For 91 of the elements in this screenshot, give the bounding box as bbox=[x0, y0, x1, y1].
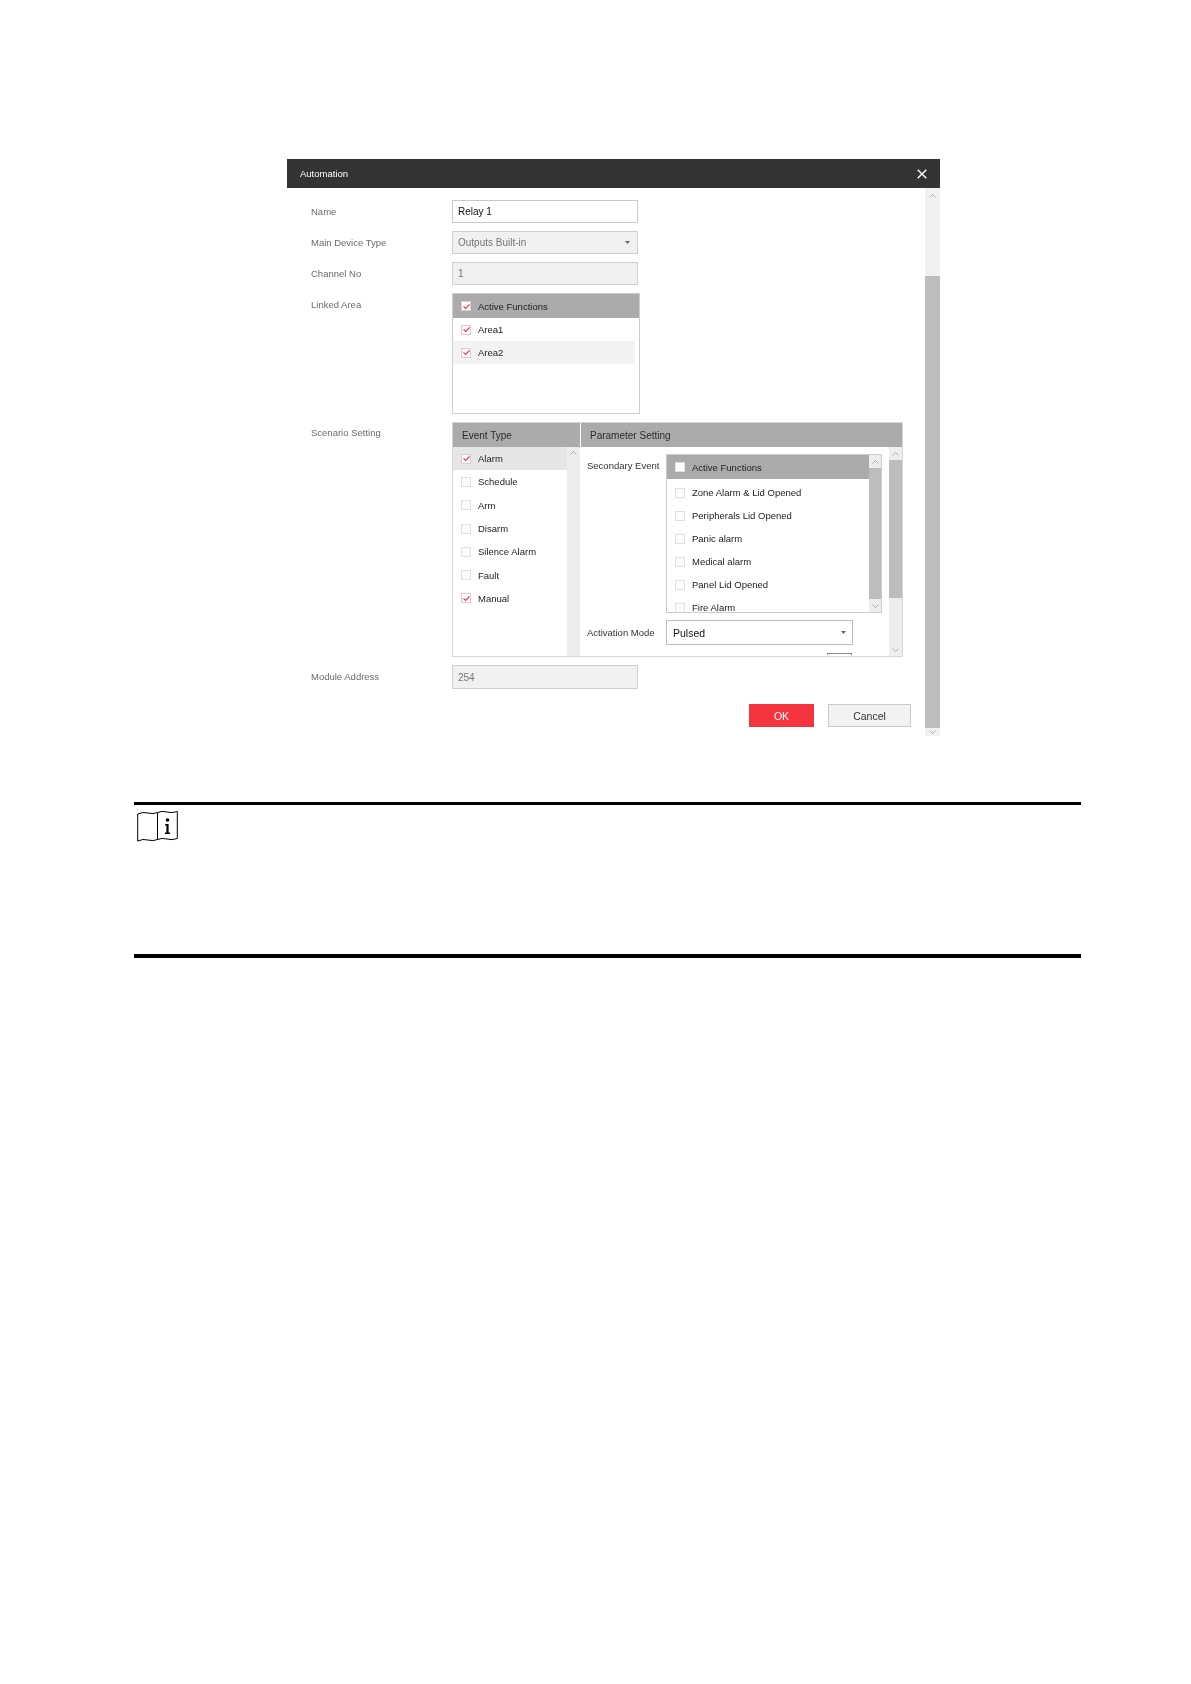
checkbox[interactable] bbox=[675, 462, 685, 472]
item-label: Panic alarm bbox=[692, 533, 743, 544]
scrollbar-thumb[interactable] bbox=[869, 468, 881, 599]
chevron-up-icon[interactable] bbox=[929, 194, 936, 198]
chevron-up-icon[interactable] bbox=[570, 451, 577, 455]
item-label: Zone Alarm & Lid Opened bbox=[692, 487, 802, 498]
check-icon bbox=[462, 303, 470, 309]
list-item[interactable]: Area1 bbox=[453, 318, 635, 341]
item-label: Panel Lid Opened bbox=[692, 579, 769, 590]
list-item[interactable]: Panel Lid Opened bbox=[667, 573, 865, 596]
scrollbar[interactable] bbox=[567, 447, 580, 656]
checkbox[interactable] bbox=[461, 523, 471, 534]
check-icon bbox=[462, 350, 470, 355]
item-label: Alarm bbox=[478, 453, 503, 465]
column-header: Event Type bbox=[453, 423, 580, 447]
checkbox[interactable] bbox=[675, 579, 685, 590]
item-label: Schedule bbox=[478, 476, 518, 488]
checkbox[interactable] bbox=[461, 500, 471, 511]
caret-down-icon bbox=[625, 241, 630, 244]
scrollbar[interactable] bbox=[889, 447, 902, 656]
field-label: Activation Mode bbox=[587, 626, 656, 640]
dropdown[interactable]: Pulsed bbox=[666, 620, 853, 645]
checkbox[interactable] bbox=[461, 301, 471, 311]
item-label: Manual bbox=[478, 592, 510, 604]
field-label: Main Device Type bbox=[311, 236, 388, 250]
checkbox[interactable] bbox=[461, 453, 471, 464]
list-item[interactable]: Arm bbox=[453, 493, 567, 517]
chevron-up-icon[interactable] bbox=[892, 451, 899, 456]
item-label: Arm bbox=[478, 499, 496, 511]
field-edge bbox=[827, 653, 852, 655]
checkbox[interactable] bbox=[675, 510, 685, 521]
item-label: Area2 bbox=[478, 347, 504, 358]
item-label: Area1 bbox=[478, 324, 504, 335]
checkbox[interactable] bbox=[675, 556, 685, 567]
item-label: Medical alarm bbox=[692, 556, 752, 567]
list-item[interactable]: Peripherals Lid Opened bbox=[667, 504, 865, 527]
checkbox[interactable] bbox=[461, 347, 471, 358]
scrollbar[interactable] bbox=[869, 455, 881, 612]
scrollbar-thumb[interactable] bbox=[925, 276, 940, 728]
field-label: Channel No bbox=[311, 267, 363, 281]
list-header[interactable]: Active Functions bbox=[453, 294, 639, 318]
checkbox[interactable] bbox=[461, 476, 471, 487]
checkbox[interactable] bbox=[461, 546, 471, 557]
item-label: Peripherals Lid Opened bbox=[692, 510, 792, 521]
item-label: Active Functions bbox=[478, 300, 548, 312]
checkbox[interactable] bbox=[461, 593, 471, 604]
checkbox[interactable] bbox=[675, 487, 685, 498]
close-icon bbox=[917, 168, 927, 179]
item-label: Fire Alarm bbox=[692, 602, 736, 612]
field-label: Name bbox=[311, 205, 338, 219]
checkbox[interactable] bbox=[675, 533, 685, 544]
check-icon bbox=[462, 595, 470, 601]
close-button[interactable] bbox=[916, 167, 928, 180]
chevron-down-icon[interactable] bbox=[892, 647, 899, 652]
chevron-down-icon[interactable] bbox=[871, 603, 879, 608]
item-label: Fault bbox=[478, 569, 500, 581]
list-item[interactable]: Medical alarm bbox=[667, 550, 865, 573]
item-label: Disarm bbox=[478, 523, 509, 535]
chevron-down-icon[interactable] bbox=[929, 730, 936, 734]
list-header[interactable]: Active Functions bbox=[667, 455, 869, 479]
list-item[interactable]: Panic alarm bbox=[667, 527, 865, 550]
field-label: Linked Area bbox=[311, 298, 363, 312]
ok-button[interactable]: OK bbox=[749, 704, 814, 727]
list-item[interactable]: Schedule bbox=[453, 470, 567, 494]
field-label: Secondary Event bbox=[587, 459, 661, 473]
field-label: Module Address bbox=[311, 670, 381, 684]
check-icon bbox=[462, 456, 470, 462]
cancel-button[interactable]: Cancel bbox=[828, 704, 911, 727]
column-header: Parameter Setting bbox=[581, 423, 902, 447]
list-item[interactable]: Alarm bbox=[453, 447, 567, 471]
scrollbar-thumb[interactable] bbox=[889, 460, 902, 598]
checkbox[interactable] bbox=[461, 324, 471, 335]
chevron-up-icon[interactable] bbox=[871, 459, 879, 464]
list-item[interactable]: Area2 bbox=[453, 341, 635, 364]
list-item[interactable]: Disarm bbox=[453, 516, 567, 541]
caret-down-icon bbox=[841, 631, 846, 634]
list-item[interactable]: Silence Alarm bbox=[453, 540, 567, 564]
item-label: Silence Alarm bbox=[478, 546, 537, 558]
info-book-icon bbox=[137, 810, 178, 842]
text-field[interactable]: Relay 1 bbox=[452, 200, 638, 223]
checkbox[interactable] bbox=[675, 602, 685, 612]
checkbox[interactable] bbox=[461, 570, 471, 581]
dialog-title: Automation bbox=[300, 167, 349, 180]
item-label: Active Functions bbox=[692, 461, 762, 473]
list-item[interactable]: Zone Alarm & Lid Opened bbox=[667, 481, 865, 504]
field-label: Scenario Setting bbox=[311, 426, 382, 440]
list-item[interactable]: Manual bbox=[453, 586, 567, 611]
list-item[interactable]: Fire Alarm bbox=[667, 596, 865, 612]
check-icon bbox=[462, 327, 470, 332]
list-item[interactable]: Fault bbox=[453, 563, 567, 587]
scrollbar[interactable] bbox=[925, 188, 940, 736]
